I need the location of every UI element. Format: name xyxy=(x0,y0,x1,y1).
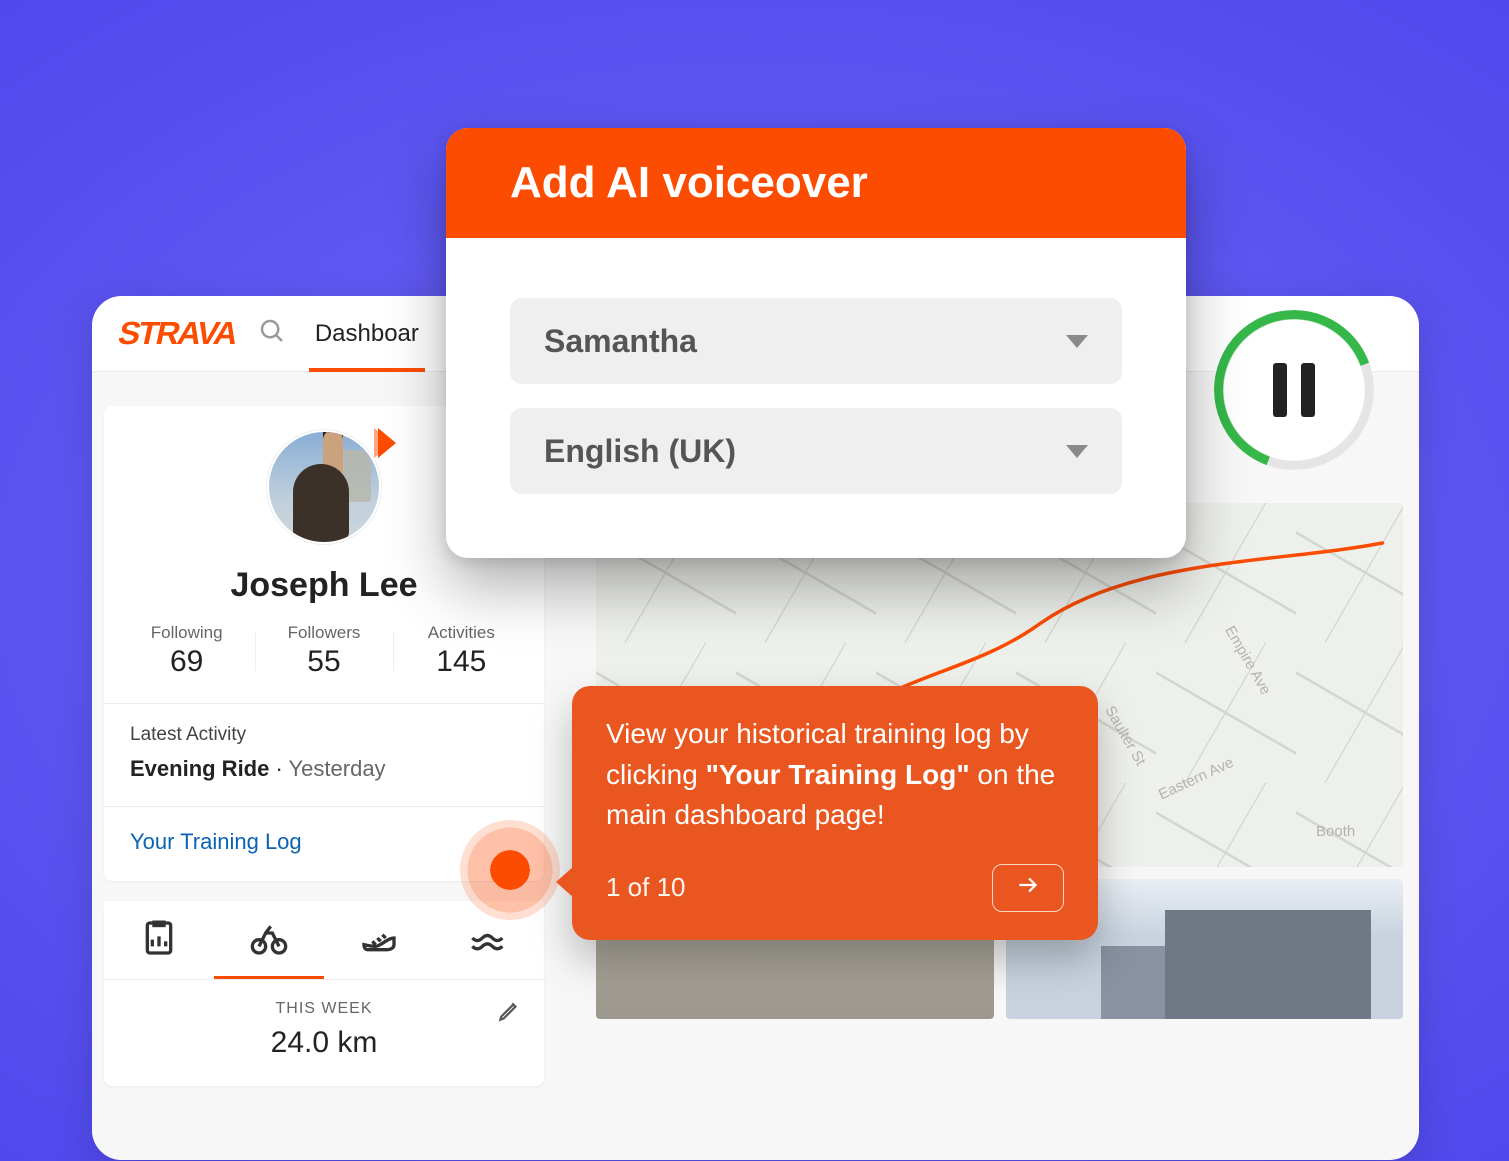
search-icon[interactable] xyxy=(257,316,287,351)
avatar[interactable] xyxy=(267,430,381,544)
stat-following-value: 69 xyxy=(118,645,255,679)
pause-icon xyxy=(1273,363,1315,417)
profile-stats: Following 69 Followers 55 Activities 145 xyxy=(104,623,544,704)
streak-icon xyxy=(378,428,396,458)
latest-activity-line[interactable]: Evening Ride · Yesterday xyxy=(130,756,518,782)
type-tab-run[interactable] xyxy=(324,901,434,979)
tour-step: 1 of 10 xyxy=(606,872,686,903)
stat-activities[interactable]: Activities 145 xyxy=(393,623,530,679)
nav: Dashboar xyxy=(309,296,425,371)
stat-following-label: Following xyxy=(118,623,255,643)
profile-name[interactable]: Joseph Lee xyxy=(104,566,544,605)
latest-activity-label: Latest Activity xyxy=(130,724,518,746)
clipboard-chart-icon xyxy=(139,918,179,963)
street-label-4: Booth xyxy=(1316,823,1355,840)
tour-text-bold: "Your Training Log" xyxy=(706,759,970,790)
swim-icon xyxy=(469,918,509,963)
stat-activities-value: 145 xyxy=(393,645,530,679)
voiceover-overlay: Add AI voiceover Samantha English (UK) xyxy=(446,128,1186,558)
activity-type-card: THIS WEEK 24.0 km xyxy=(104,901,544,1086)
this-week-value: 24.0 km xyxy=(104,1026,544,1060)
tour-hotspot[interactable] xyxy=(460,820,560,920)
nav-dashboard[interactable]: Dashboar xyxy=(309,296,425,371)
language-select[interactable]: English (UK) xyxy=(510,408,1122,494)
edit-icon[interactable] xyxy=(496,998,522,1029)
latest-activity: Latest Activity Evening Ride · Yesterday xyxy=(104,704,544,807)
latest-activity-title: Evening Ride xyxy=(130,756,269,781)
voice-select[interactable]: Samantha xyxy=(510,298,1122,384)
voiceover-title: Add AI voiceover xyxy=(446,128,1186,238)
stat-followers[interactable]: Followers 55 xyxy=(255,623,392,679)
stat-followers-label: Followers xyxy=(255,623,392,643)
shoe-icon xyxy=(359,918,399,963)
logo-text: STRAVA xyxy=(115,315,240,351)
this-week: THIS WEEK 24.0 km xyxy=(104,980,544,1086)
tour-next-button[interactable] xyxy=(992,864,1064,912)
stat-activities-label: Activities xyxy=(393,623,530,643)
arrow-right-icon xyxy=(1015,872,1041,903)
pause-progress-button[interactable] xyxy=(1214,310,1374,470)
tour-callout-text: View your historical training log by cli… xyxy=(606,714,1064,836)
latest-activity-sep: · xyxy=(269,756,288,781)
type-tab-stats[interactable] xyxy=(104,901,214,979)
voice-select-value: Samantha xyxy=(544,323,697,360)
strava-logo[interactable]: STRAVA xyxy=(115,315,240,352)
stat-following[interactable]: Following 69 xyxy=(118,623,255,679)
nav-dashboard-label: Dashboar xyxy=(315,320,419,348)
type-tab-bike[interactable] xyxy=(214,901,324,979)
tour-callout-footer: 1 of 10 xyxy=(606,864,1064,912)
chevron-down-icon xyxy=(1066,445,1088,458)
chevron-down-icon xyxy=(1066,335,1088,348)
voiceover-body: Samantha English (UK) xyxy=(446,238,1186,558)
stat-followers-value: 55 xyxy=(255,645,392,679)
this-week-label: THIS WEEK xyxy=(104,1000,544,1018)
language-select-value: English (UK) xyxy=(544,433,736,470)
type-tabs xyxy=(104,901,544,980)
bike-icon xyxy=(249,918,289,963)
latest-activity-when: Yesterday xyxy=(289,756,386,781)
tour-callout: View your historical training log by cli… xyxy=(572,686,1098,940)
